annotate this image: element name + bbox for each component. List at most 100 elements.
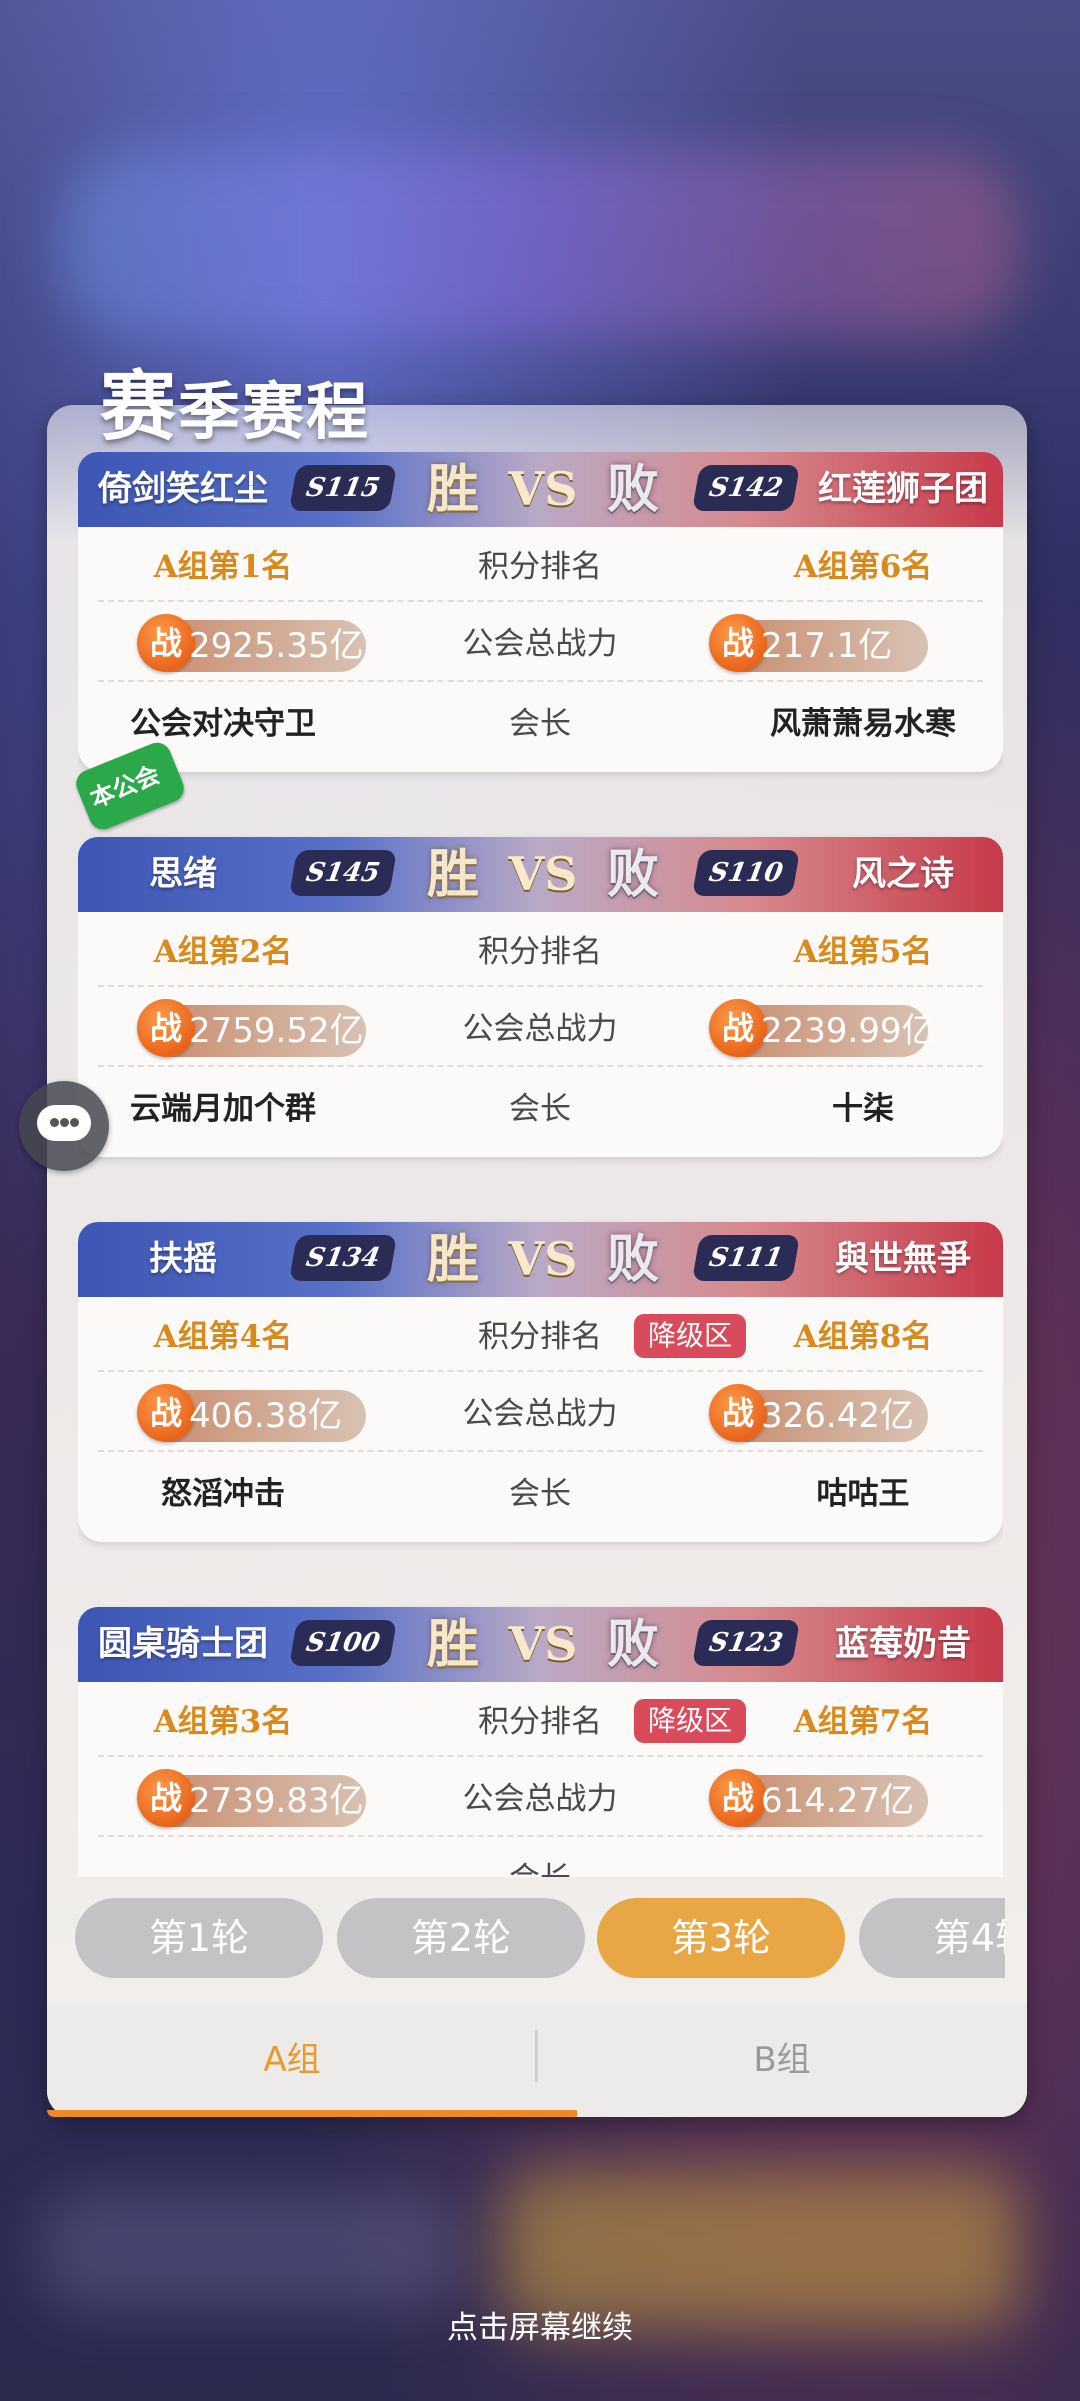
right-power-value: 2239.99亿 — [761, 1011, 936, 1051]
right-guild-name: 红莲狮子团 — [818, 469, 988, 509]
lose-label: 败 — [606, 1614, 659, 1675]
power-row: 战 2759.52亿 公会总战力 战 2239.99亿 — [78, 999, 1003, 1059]
battle-badge-icon: 战 — [709, 1384, 767, 1442]
vs-label: VS — [508, 1617, 578, 1671]
left-power: 战 2759.52亿 — [137, 999, 366, 1057]
right-power: 战 614.27亿 — [709, 1769, 928, 1827]
relegation-badge: 降级区 — [634, 1314, 747, 1358]
match-header: 思绪 S145 胜 VS 败 S110 风之诗 — [78, 837, 1003, 912]
left-leader: 云端月加个群 — [130, 1091, 316, 1127]
background-logo — [60, 150, 1020, 340]
power-row: 战 2739.83亿 公会总战力 战 614.27亿 — [78, 1769, 1003, 1829]
left-power: 战 2925.35亿 — [137, 614, 366, 672]
round-tab-1[interactable]: 第1轮 — [75, 1898, 323, 1978]
round-tab-2[interactable]: 第2轮 — [337, 1898, 585, 1978]
right-rank: A组第8名 — [793, 1319, 933, 1355]
leader-label: 会长 — [509, 706, 571, 742]
right-power-value: 326.42亿 — [761, 1396, 914, 1436]
my-guild-tag: 本公会 — [72, 738, 188, 834]
left-power-value: 2739.83亿 — [189, 1781, 364, 1821]
right-server-badge: S123 — [691, 1620, 801, 1666]
battle-badge-icon: 战 — [137, 614, 195, 672]
left-guild-name: 思绪 — [149, 854, 217, 894]
right-power: 战 217.1亿 — [709, 614, 928, 672]
leader-row: 云端月加个群 会长 十柒 — [78, 1079, 1003, 1139]
match-header: 倚剑笑红尘 S115 胜 VS 败 S142 红莲狮子团 — [78, 452, 1003, 527]
right-server-badge: S142 — [691, 465, 801, 511]
tab-group-b[interactable]: B组 — [537, 2004, 1027, 2117]
left-power-value: 2925.35亿 — [189, 626, 364, 666]
win-label: 胜 — [426, 1614, 479, 1675]
left-power-value: 2759.52亿 — [189, 1011, 364, 1051]
leader-row: 会长 — [78, 1849, 1003, 1877]
rank-row: A组第3名 积分排名 降级区 A组第7名 — [78, 1692, 1003, 1752]
match-card[interactable]: 圆桌骑士团 S100 胜 VS 败 S123 蓝莓奶昔 A组第3名 积分排名 降… — [78, 1607, 1003, 1877]
win-label: 胜 — [426, 1229, 479, 1290]
battle-badge-icon: 战 — [137, 1384, 195, 1442]
divider — [98, 1835, 983, 1837]
match-card[interactable]: 思绪 S145 胜 VS 败 S110 风之诗 A组第2名 积分排名 A组第5名… — [78, 837, 1003, 1157]
win-label: 胜 — [426, 844, 479, 905]
divider — [98, 600, 983, 602]
power-label: 公会总战力 — [462, 1781, 618, 1817]
left-rank: A组第4名 — [153, 1319, 293, 1355]
right-guild-name: 风之诗 — [852, 854, 954, 894]
right-server-badge: S110 — [691, 850, 801, 896]
right-rank: A组第5名 — [793, 934, 933, 970]
round-selector[interactable]: 第1轮 第2轮 第3轮 第4轮 — [75, 1898, 1005, 1982]
background-decor-left — [40, 2190, 460, 2310]
round-tab-4[interactable]: 第4轮 — [859, 1898, 1005, 1978]
left-guild-name: 圆桌骑士团 — [98, 1624, 268, 1664]
match-header: 圆桌骑士团 S100 胜 VS 败 S123 蓝莓奶昔 — [78, 1607, 1003, 1682]
left-leader — [93, 1849, 353, 1877]
power-label: 公会总战力 — [462, 626, 618, 662]
power-label: 公会总战力 — [462, 1011, 618, 1047]
lose-label: 败 — [606, 844, 659, 905]
vs-label: VS — [508, 462, 578, 516]
right-guild-name: 蓝莓奶昔 — [835, 1624, 971, 1664]
divider — [98, 1370, 983, 1372]
chat-bubble-icon[interactable] — [19, 1081, 109, 1171]
right-leader: 十柒 — [832, 1091, 894, 1127]
lose-label: 败 — [606, 459, 659, 520]
vs-label: VS — [508, 1232, 578, 1286]
right-power-value: 614.27亿 — [761, 1781, 914, 1821]
rank-row: A组第2名 积分排名 A组第5名 — [78, 922, 1003, 982]
leader-label: 会长 — [509, 1091, 571, 1127]
power-row: 战 406.38亿 公会总战力 战 326.42亿 — [78, 1384, 1003, 1444]
left-power: 战 2739.83亿 — [137, 1769, 366, 1827]
round-tab-3[interactable]: 第3轮 — [597, 1898, 845, 1978]
match-header: 扶摇 S134 胜 VS 败 S111 與世無爭 — [78, 1222, 1003, 1297]
leader-row: 公会对决守卫 会长 风萧萧易水寒 — [78, 694, 1003, 754]
left-server-badge: S115 — [288, 465, 398, 511]
power-label: 公会总战力 — [462, 1396, 618, 1432]
match-card[interactable]: 倚剑笑红尘 S115 胜 VS 败 S142 红莲狮子团 A组第1名 积分排名 … — [78, 452, 1003, 772]
left-guild-name: 倚剑笑红尘 — [98, 469, 268, 509]
divider — [98, 1755, 983, 1757]
tab-group-a[interactable]: A组 — [47, 2004, 537, 2117]
match-list[interactable]: 倚剑笑红尘 S115 胜 VS 败 S142 红莲狮子团 A组第1名 积分排名 … — [78, 452, 1003, 1877]
left-server-badge: S145 — [288, 850, 398, 896]
right-server-badge: S111 — [691, 1235, 801, 1281]
right-guild-name: 與世無爭 — [835, 1239, 971, 1279]
rank-row: A组第1名 积分排名 A组第6名 — [78, 537, 1003, 597]
divider — [98, 1065, 983, 1067]
divider — [98, 1450, 983, 1452]
panel-title: 赛季赛程 — [100, 362, 371, 451]
vs-label: VS — [508, 847, 578, 901]
power-row: 战 2925.35亿 公会总战力 战 217.1亿 — [78, 614, 1003, 674]
divider — [98, 985, 983, 987]
match-card[interactable]: 扶摇 S134 胜 VS 败 S111 與世無爭 A组第4名 积分排名 降级区 … — [78, 1222, 1003, 1542]
rank-row: A组第4名 积分排名 降级区 A组第8名 — [78, 1307, 1003, 1367]
battle-badge-icon: 战 — [709, 1769, 767, 1827]
right-rank: A组第6名 — [793, 549, 933, 585]
continue-hint[interactable]: 点击屏幕继续 — [0, 2302, 1080, 2347]
left-rank: A组第2名 — [153, 934, 293, 970]
left-server-badge: S134 — [288, 1235, 398, 1281]
left-leader: 怒滔冲击 — [161, 1476, 285, 1512]
right-leader — [733, 1849, 993, 1877]
rank-label: 积分排名 — [478, 934, 602, 970]
left-power-value: 406.38亿 — [189, 1396, 342, 1436]
right-leader: 咕咕王 — [816, 1476, 910, 1512]
left-leader: 公会对决守卫 — [130, 706, 316, 742]
